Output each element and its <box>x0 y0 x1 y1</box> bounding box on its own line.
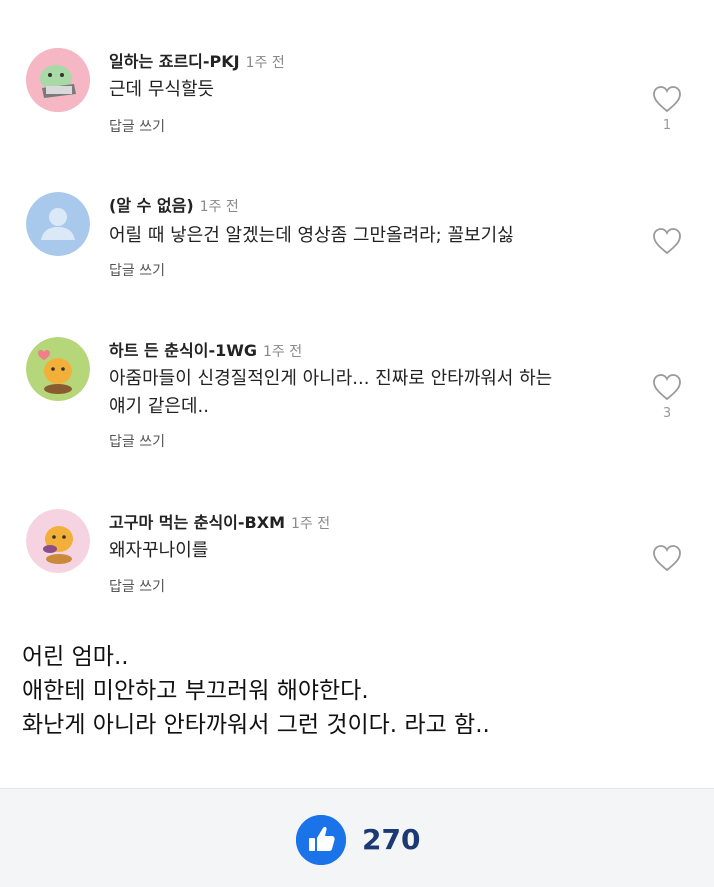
comment-body: 아줌마들이 신경질적인게 아니라... 진짜로 안타까워서 하는 얘기 같은데.… <box>109 368 553 417</box>
heart-icon <box>653 374 681 401</box>
reply-button[interactable]: 답글 쓰기 <box>109 260 165 280</box>
avatar[interactable] <box>26 192 90 256</box>
reply-button[interactable]: 답글 쓰기 <box>109 576 165 596</box>
bottom-like-bar: 270 <box>0 788 714 887</box>
like-count: 1 <box>662 118 672 133</box>
comment-meta: 일하는 죠르디-PKJ 1주 전 <box>109 48 285 72</box>
comment-time: 1주 전 <box>291 516 331 532</box>
choonsik-heart-icon <box>26 337 90 401</box>
comment-time: 1주 전 <box>199 199 239 215</box>
comment-author[interactable]: 고구마 먹는 춘식이-BXM <box>109 513 285 532</box>
comment-body: 근데 무식할듯 <box>109 79 215 100</box>
like-button[interactable]: 1 <box>650 84 684 133</box>
like-count: 3 <box>662 406 672 421</box>
avatar[interactable] <box>26 48 90 112</box>
like-button[interactable] <box>650 226 684 260</box>
caption-line: 어린 엄마.. <box>22 644 129 670</box>
article-caption: 어린 엄마.. 애한테 미안하고 부끄러워 해야한다. 화난게 아니라 안타까워… <box>22 640 702 742</box>
heart-icon <box>653 86 681 113</box>
avatar[interactable] <box>26 509 90 573</box>
user-silhouette-icon <box>26 192 90 256</box>
choonsik-sweetpotato-icon <box>26 509 90 573</box>
comment-meta: 고구마 먹는 춘식이-BXM 1주 전 <box>109 509 330 533</box>
reply-button[interactable]: 답글 쓰기 <box>109 431 165 451</box>
comment-time: 1주 전 <box>263 344 303 360</box>
heart-icon <box>653 545 681 572</box>
jordy-avatar-icon <box>26 48 90 112</box>
like-post-button[interactable] <box>296 815 346 865</box>
like-button[interactable]: 3 <box>650 372 684 421</box>
caption-line: 화난게 아니라 안타까워서 그런 것이다. 라고 함.. <box>22 712 490 738</box>
like-total-count: 270 <box>362 823 421 856</box>
comment-author[interactable]: 하트 든 춘식이-1WG <box>109 341 257 360</box>
avatar[interactable] <box>26 337 90 401</box>
caption-line: 애한테 미안하고 부끄러워 해야한다. <box>22 678 369 704</box>
comment-body: 왜자꾸나이를 <box>109 540 209 561</box>
like-button[interactable] <box>650 543 684 577</box>
heart-icon <box>653 228 681 255</box>
comment-time: 1주 전 <box>245 55 285 71</box>
reply-button[interactable]: 답글 쓰기 <box>109 116 165 136</box>
comment-meta: 하트 든 춘식이-1WG 1주 전 <box>109 337 302 361</box>
comment-meta: (알 수 없음) 1주 전 <box>109 192 239 216</box>
comment-author[interactable]: 일하는 죠르디-PKJ <box>109 52 240 71</box>
comment-body: 어릴 때 낳은건 알겠는데 영상좀 그만올려라; 꼴보기싫 <box>109 225 514 246</box>
comment-author[interactable]: (알 수 없음) <box>109 196 194 215</box>
thumbs-up-icon <box>296 815 346 865</box>
